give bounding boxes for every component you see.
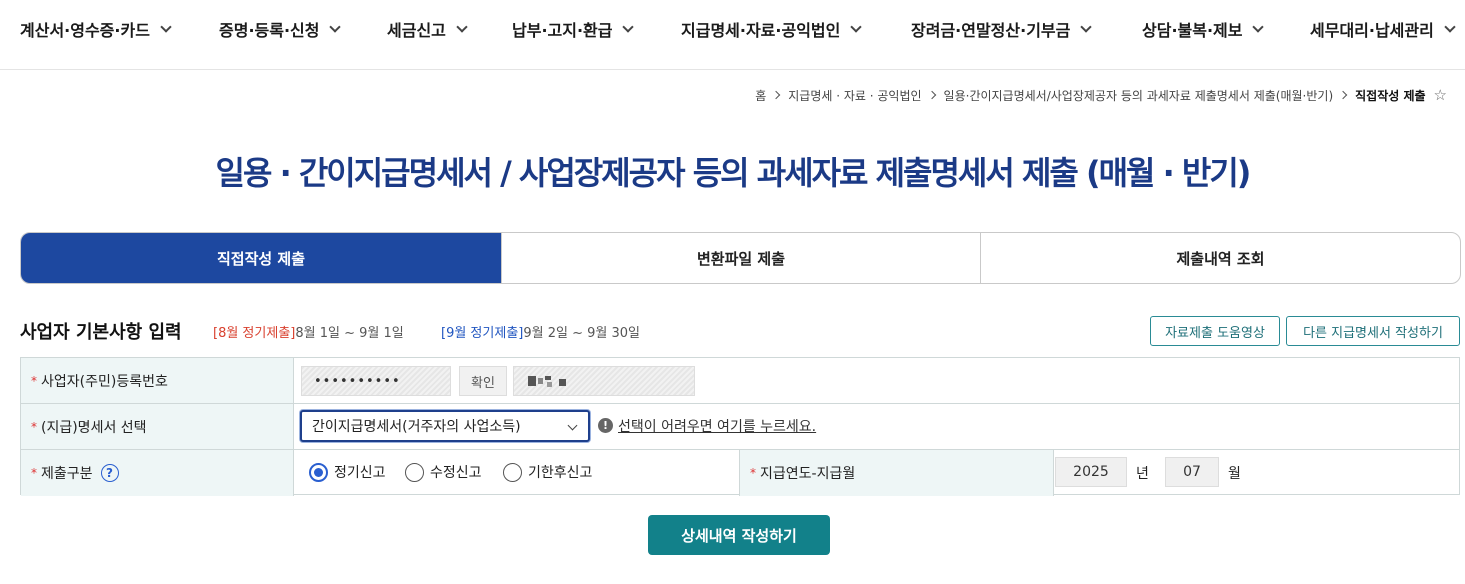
chevron-down-icon: [1252, 20, 1265, 33]
radio-label: 정기신고: [334, 465, 386, 481]
submit-type-label-text: 제출구분: [41, 466, 93, 482]
nav-item-incentives[interactable]: 장려금·연말정산·기부금: [911, 17, 1093, 41]
radio-label: 수정신고: [430, 465, 482, 481]
tab-file-submit[interactable]: 변환파일 제출: [501, 233, 980, 283]
write-details-button[interactable]: 상세내역 작성하기: [648, 515, 830, 555]
tab-history[interactable]: 제출내역 조회: [980, 233, 1460, 283]
chevron-right-icon: [1338, 90, 1348, 100]
month-input[interactable]: 07: [1165, 457, 1219, 487]
statement-label-text: (지급)명세서 선택: [41, 419, 147, 436]
breadcrumb-level1[interactable]: 지급명세 · 자료 · 공익법인: [788, 87, 921, 104]
sep-range: 9월 2일 ~ 9월 30일: [523, 326, 640, 341]
chevron-down-icon: [1080, 20, 1093, 33]
radio-circle: [405, 462, 424, 482]
page-title: 일용 · 간이지급명세서 / 사업장제공자 등의 과세자료 제출명세서 제출 (…: [215, 154, 1252, 192]
other-statement-button[interactable]: 다른 지급명세서 작성하기: [1286, 316, 1460, 346]
nav-item-invoices[interactable]: 계산서·영수증·카드: [20, 17, 172, 41]
tab-direct-submit[interactable]: 직접작성 제출: [21, 233, 501, 283]
chevron-down-icon: [567, 420, 578, 431]
chevron-down-icon: [622, 20, 635, 33]
chevron-right-icon: [927, 90, 936, 100]
submit-type-label: * 제출구분?: [21, 450, 294, 496]
required-mark: *: [31, 466, 37, 480]
required-mark: *: [31, 419, 37, 434]
sep-period: [9월 정기제출]9월 2일 ~ 9월 30일: [441, 322, 640, 341]
month-unit: 월: [1228, 466, 1241, 482]
statement-select[interactable]: 간이지급명세서(거주자의 사업소득): [300, 410, 590, 442]
form-row-biz-no: * 사업자(주민)등록번호 •••••••••• 확인: [21, 358, 1459, 404]
nav-item-label: 납부·고지·환급: [512, 21, 613, 40]
breadcrumb-current: 직접작성 제출: [1355, 88, 1426, 103]
confirm-button[interactable]: 확인: [459, 366, 507, 396]
nav-item-tax-agent[interactable]: 세무대리·납세관리: [1310, 17, 1456, 41]
year-unit: 년: [1136, 466, 1149, 482]
nav-item-label: 장려금·연말정산·기부금: [911, 21, 1071, 40]
top-navigation: 계산서·영수증·카드 증명·등록·신청 세금신고 납부·고지·환급 지급명세·자…: [0, 0, 1465, 70]
radio-label: 기한후신고: [528, 465, 593, 481]
basic-info-form: * 사업자(주민)등록번호 •••••••••• 확인 * (지급)명세서 선택 간…: [20, 357, 1460, 496]
biz-no-input[interactable]: ••••••••••: [301, 366, 451, 396]
aug-tag: [8월 정기제출]: [213, 326, 296, 341]
redacted-name: [528, 376, 588, 388]
nav-item-label: 세금신고: [387, 21, 446, 40]
biz-name-display: [513, 366, 695, 396]
radio-circle: [503, 462, 522, 482]
chevron-right-icon: [772, 90, 781, 100]
biz-no-label-text: 사업자(주민)등록번호: [41, 373, 168, 390]
nav-item-label: 증명·등록·신청: [219, 21, 320, 40]
nav-item-statements[interactable]: 지급명세·자료·공익법인: [681, 17, 863, 41]
question-icon[interactable]: ?: [100, 464, 119, 482]
chevron-down-icon: [329, 20, 342, 33]
breadcrumb-home[interactable]: 홈: [755, 87, 766, 104]
form-row-submit-type: * 제출구분? 정기신고 수정신고 기한후신고 * 지급연도-지급월 2025 년 …: [21, 450, 1459, 496]
breadcrumb: 홈 지급명세 · 자료 · 공익법인 일용·간이지급명세서/사업장제공자 등의 …: [755, 85, 1447, 105]
biz-no-label: * 사업자(주민)등록번호: [21, 358, 294, 403]
nav-item-consulting[interactable]: 상담·불복·제보: [1142, 17, 1265, 41]
help-video-button[interactable]: 자료제출 도움영상: [1150, 316, 1280, 346]
nav-item-certificates[interactable]: 증명·등록·신청: [219, 17, 342, 41]
statement-select-value: 간이지급명세서(거주자의 사업소득): [312, 419, 521, 435]
chevron-down-icon: [1444, 20, 1456, 33]
chevron-down-icon: [850, 20, 863, 33]
nav-item-label: 지급명세·자료·공익법인: [681, 21, 841, 40]
tab-bar: 직접작성 제출 변환파일 제출 제출내역 조회: [20, 232, 1461, 284]
form-row-statement: * (지급)명세서 선택 간이지급명세서(거주자의 사업소득) ! 선택이 어려우…: [21, 404, 1459, 450]
radio-amended[interactable]: 수정신고: [405, 462, 482, 482]
radio-circle: [309, 462, 328, 482]
aug-period: [8월 정기제출]8월 1일 ~ 9월 1일: [213, 322, 404, 341]
info-icon: !: [598, 418, 613, 433]
nav-item-label: 상담·불복·제보: [1142, 21, 1243, 40]
radio-regular[interactable]: 정기신고: [309, 462, 386, 482]
period-label: * 지급연도-지급월: [739, 450, 1054, 496]
nav-item-label: 세무대리·납세관리: [1310, 21, 1434, 40]
nav-item-payment[interactable]: 납부·고지·환급: [512, 17, 635, 41]
breadcrumb-level2[interactable]: 일용·간이지급명세서/사업장제공자 등의 과세자료 제출명세서 제출(매월·반기…: [944, 87, 1334, 104]
required-mark: *: [750, 466, 756, 480]
year-input[interactable]: 2025: [1055, 457, 1127, 487]
statement-label: * (지급)명세서 선택: [21, 404, 294, 449]
aug-range: 8월 1일 ~ 9월 1일: [295, 326, 404, 341]
chevron-down-icon: [160, 20, 172, 33]
radio-late[interactable]: 기한후신고: [503, 462, 592, 482]
required-mark: *: [31, 373, 37, 388]
star-icon[interactable]: ☆: [1434, 86, 1447, 104]
section-title: 사업자 기본사항 입력: [20, 322, 182, 343]
chevron-down-icon: [456, 20, 468, 33]
statement-help-link[interactable]: 선택이 어려우면 여기를 누르세요.: [618, 416, 816, 436]
sep-tag: [9월 정기제출]: [441, 326, 524, 341]
nav-item-label: 계산서·영수증·카드: [20, 21, 150, 40]
period-label-text: 지급연도-지급월: [760, 466, 856, 482]
nav-item-tax-filing[interactable]: 세금신고: [387, 17, 468, 41]
